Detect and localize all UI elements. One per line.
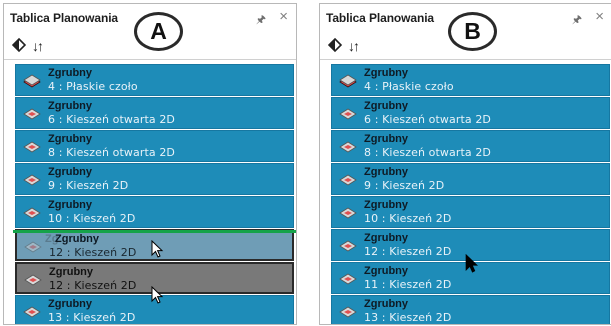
label-badge-a: A (134, 12, 183, 51)
pocket-operation-icon (23, 108, 41, 120)
item-type: Zgrubny (48, 298, 92, 310)
item-type: Zgrubny (48, 67, 92, 79)
item-type: Zgrubny (364, 166, 408, 178)
mouse-cursor-icon (465, 254, 479, 273)
drag-cursor-icon (151, 240, 164, 258)
sort-icon[interactable]: ↓↑ (348, 38, 362, 54)
item-type: Zgrubny (364, 100, 408, 112)
list-item[interactable]: Zgrubny 6 : Kieszeń otwarta 2D (15, 97, 294, 129)
item-type: Zgrubny (55, 233, 99, 245)
close-icon[interactable]: × (595, 8, 604, 25)
pocket-operation-icon (339, 273, 357, 285)
visibility-toggle-icon[interactable] (12, 37, 26, 53)
toolbar-divider (4, 59, 296, 60)
item-type: Zgrubny (49, 266, 93, 278)
pocket-operation-icon (23, 174, 41, 186)
visibility-toggle-icon[interactable] (328, 37, 342, 53)
face-operation-icon (339, 74, 357, 88)
item-desc: 4 : Płaskie czoło (48, 80, 138, 93)
list-item[interactable]: Zgrubny 8 : Kieszeń otwarta 2D (15, 130, 294, 162)
list-item[interactable]: Zgrubny 9 : Kieszeń 2D (331, 163, 610, 195)
item-type: Zgrubny (364, 199, 408, 211)
label-badge-b: B (448, 12, 497, 51)
panel-title: Tablica Planowania (326, 11, 435, 25)
planning-table-panel-b: Tablica Planowania 🖈 × ↓↑ Zgrubny 4 : Pł… (319, 3, 611, 325)
item-desc: 13 : Kieszeń 2D (364, 311, 452, 324)
operation-list: Zgrubny 4 : Płaskie czoło Zgrubny 6 : Ki… (331, 64, 610, 324)
item-desc: 9 : Kieszeń 2D (48, 179, 129, 192)
panel-title: Tablica Planowania (10, 11, 119, 25)
list-item[interactable]: Zgrubny 4 : Płaskie czoło (331, 64, 610, 96)
item-type: Zgrubny (364, 133, 408, 145)
mouse-cursor-icon (151, 286, 164, 304)
item-type: Zgrubny (364, 232, 408, 244)
item-desc: 10 : Kieszeń 2D (364, 212, 452, 225)
list-item[interactable]: Zgrubny 6 : Kieszeń otwarta 2D (331, 97, 610, 129)
close-icon[interactable]: × (279, 8, 288, 25)
item-type: Zgrubny (364, 67, 408, 79)
pin-icon[interactable]: 🖈 (256, 11, 266, 30)
item-desc: 4 : Płaskie czoło (364, 80, 454, 93)
item-desc: 8 : Kieszeń otwarta 2D (48, 146, 175, 159)
list-item[interactable]: Zgrubny 4 : Płaskie czoło (15, 64, 294, 96)
item-desc: 13 : Kieszeń 2D (48, 311, 136, 324)
toolbar-divider (320, 59, 611, 60)
panel-toolbar: ↓↑ (328, 37, 388, 57)
pocket-operation-icon (339, 141, 357, 153)
drop-insertion-line (13, 230, 296, 233)
item-type: Zgrubny (48, 133, 92, 145)
planning-table-panel-a: Tablica Planowania 🖈 × ↓↑ Zgrubny 4 : Pł… (3, 3, 297, 325)
item-desc: 12 : Kieszeń 2D (364, 245, 452, 258)
pocket-operation-icon (23, 141, 41, 153)
item-type: Zgrubny (48, 166, 92, 178)
pocket-operation-icon (23, 207, 41, 219)
item-desc: 10 : Kieszeń 2D (48, 212, 136, 225)
item-desc: 12 : Kieszeń 2D (49, 279, 137, 292)
pocket-operation-icon (339, 306, 357, 318)
item-desc: 8 : Kieszeń otwarta 2D (364, 146, 491, 159)
item-desc: 9 : Kieszeń 2D (364, 179, 445, 192)
item-type: Zgrubny (48, 100, 92, 112)
item-desc: 6 : Kieszeń otwarta 2D (364, 113, 491, 126)
panel-toolbar: ↓↑ (12, 37, 72, 57)
item-desc: 11 : Kieszeń 2D (364, 278, 452, 291)
pocket-operation-icon (339, 108, 357, 120)
sort-icon[interactable]: ↓↑ (32, 38, 46, 54)
list-item[interactable]: Zgrubny 10 : Kieszeń 2D (15, 196, 294, 228)
item-desc: 6 : Kieszeń otwarta 2D (48, 113, 175, 126)
pocket-operation-icon (339, 240, 357, 252)
item-desc: 12 : Kieszeń 2D (49, 246, 137, 259)
list-item[interactable]: Zgrubny 10 : Kieszeń 2D (331, 196, 610, 228)
item-type: Zgrubny (364, 298, 408, 310)
pocket-operation-icon (23, 306, 41, 318)
item-type: Zgrubny (48, 199, 92, 211)
pocket-operation-icon (24, 241, 42, 253)
list-item[interactable]: Zgrubny 13 : Kieszeń 2D (331, 295, 610, 324)
pocket-operation-icon (24, 274, 42, 286)
face-operation-icon (23, 74, 41, 88)
pocket-operation-icon (339, 174, 357, 186)
item-type: Zgrubny (364, 265, 408, 277)
pin-icon[interactable]: 🖈 (572, 11, 582, 30)
pocket-operation-icon (339, 207, 357, 219)
list-item[interactable]: Zgrubny 9 : Kieszeń 2D (15, 163, 294, 195)
list-item[interactable]: Zgrubny 8 : Kieszeń otwarta 2D (331, 130, 610, 162)
